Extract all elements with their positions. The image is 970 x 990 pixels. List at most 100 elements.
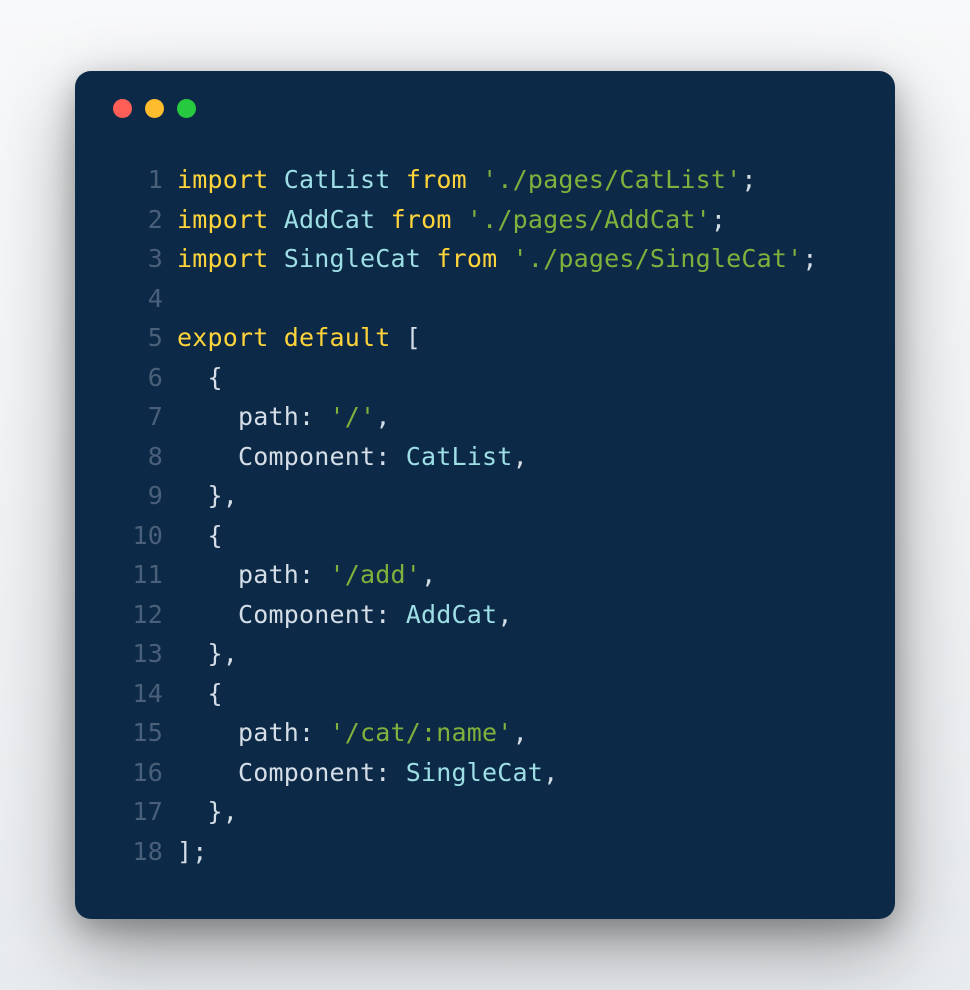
code-line-content: Component: SingleCat, xyxy=(177,753,558,793)
code-line-content: path: '/', xyxy=(177,397,391,437)
code-line-content: { xyxy=(177,516,223,556)
code-line-content: }, xyxy=(177,634,238,674)
code-line: 15 path: '/cat/:name', xyxy=(115,713,855,753)
code-line: 11 path: '/add', xyxy=(115,555,855,595)
token-punct: , xyxy=(375,402,390,431)
code-line: 7 path: '/', xyxy=(115,397,855,437)
token-prop: Component xyxy=(238,758,375,787)
code-line: 12 Component: AddCat, xyxy=(115,595,855,635)
code-editor: 1import CatList from './pages/CatList';2… xyxy=(115,160,855,871)
token-punct: ; xyxy=(741,165,756,194)
line-number: 6 xyxy=(115,358,163,398)
code-line: 16 Component: SingleCat, xyxy=(115,753,855,793)
token-punct: , xyxy=(513,442,528,471)
maximize-icon[interactable] xyxy=(177,99,196,118)
token-id: SingleCat xyxy=(406,758,543,787)
token-id: SingleCat xyxy=(284,244,421,273)
code-line: 2import AddCat from './pages/AddCat'; xyxy=(115,200,855,240)
line-number: 8 xyxy=(115,437,163,477)
token-punct xyxy=(497,244,512,273)
token-id: AddCat xyxy=(284,205,376,234)
token-punct xyxy=(269,244,284,273)
line-number: 10 xyxy=(115,516,163,556)
token-kw: from xyxy=(406,165,467,194)
token-punct xyxy=(375,205,390,234)
token-str: './pages/SingleCat' xyxy=(513,244,803,273)
line-number: 15 xyxy=(115,713,163,753)
code-window: 1import CatList from './pages/CatList';2… xyxy=(75,71,895,919)
token-punct: ]; xyxy=(177,837,208,866)
token-punct: , xyxy=(497,600,512,629)
token-punct xyxy=(391,165,406,194)
line-number: 13 xyxy=(115,634,163,674)
token-kw: default xyxy=(284,323,391,352)
token-prop: path xyxy=(238,402,299,431)
token-punct: { xyxy=(177,521,223,550)
line-number: 5 xyxy=(115,318,163,358)
token-id: AddCat xyxy=(406,600,498,629)
code-line: 9 }, xyxy=(115,476,855,516)
token-prop: Component xyxy=(238,442,375,471)
token-punct xyxy=(177,402,238,431)
token-prop: Component xyxy=(238,600,375,629)
code-line: 17 }, xyxy=(115,792,855,832)
code-line: 18]; xyxy=(115,832,855,872)
minimize-icon[interactable] xyxy=(145,99,164,118)
token-prop: path xyxy=(238,560,299,589)
line-number: 7 xyxy=(115,397,163,437)
code-line-content: path: '/add', xyxy=(177,555,436,595)
token-punct xyxy=(467,165,482,194)
token-punct: : xyxy=(299,560,330,589)
token-punct xyxy=(421,244,436,273)
close-icon[interactable] xyxy=(113,99,132,118)
line-number: 3 xyxy=(115,239,163,279)
token-punct: , xyxy=(543,758,558,787)
code-line: 3 import SingleCat from './pages/SingleCa… xyxy=(115,239,855,279)
traffic-lights xyxy=(113,99,855,118)
token-kw: import xyxy=(177,205,269,234)
token-punct: ; xyxy=(802,244,817,273)
line-number: 17 xyxy=(115,792,163,832)
token-kw: from xyxy=(391,205,452,234)
code-line: 14 { xyxy=(115,674,855,714)
token-punct: : xyxy=(375,442,406,471)
token-punct: }, xyxy=(177,797,238,826)
line-number: 9 xyxy=(115,476,163,516)
code-line-content: export default [ xyxy=(177,318,421,358)
code-line-content: Component: CatList, xyxy=(177,437,528,477)
token-punct: : xyxy=(375,600,406,629)
token-punct xyxy=(177,560,238,589)
code-line: 5 export default [ xyxy=(115,318,855,358)
token-punct: { xyxy=(177,363,223,392)
line-number: 11 xyxy=(115,555,163,595)
line-number: 4 xyxy=(115,279,163,319)
code-line: 1import CatList from './pages/CatList'; xyxy=(115,160,855,200)
code-line-content: import CatList from './pages/CatList'; xyxy=(177,160,757,200)
token-punct xyxy=(269,205,284,234)
code-line-content: }, xyxy=(177,792,238,832)
token-punct xyxy=(177,758,238,787)
token-punct xyxy=(177,718,238,747)
token-punct: : xyxy=(299,402,330,431)
token-id: CatList xyxy=(406,442,513,471)
line-number: 14 xyxy=(115,674,163,714)
code-line-content: ]; xyxy=(177,832,208,872)
token-str: '/' xyxy=(330,402,376,431)
code-line: 10 { xyxy=(115,516,855,556)
code-line-content: }, xyxy=(177,476,238,516)
code-line-content: { xyxy=(177,674,223,714)
token-punct: [ xyxy=(391,323,422,352)
code-line-content: Component: AddCat, xyxy=(177,595,513,635)
code-line: 4 xyxy=(115,279,855,319)
token-id: CatList xyxy=(284,165,391,194)
token-kw: from xyxy=(436,244,497,273)
line-number: 12 xyxy=(115,595,163,635)
token-str: './pages/CatList' xyxy=(482,165,741,194)
token-punct: }, xyxy=(177,481,238,510)
token-str: '/cat/:name' xyxy=(330,718,513,747)
token-kw: import xyxy=(177,244,269,273)
token-punct xyxy=(269,165,284,194)
code-line-content: import AddCat from './pages/AddCat'; xyxy=(177,200,726,240)
token-prop: path xyxy=(238,718,299,747)
token-punct: , xyxy=(421,560,436,589)
